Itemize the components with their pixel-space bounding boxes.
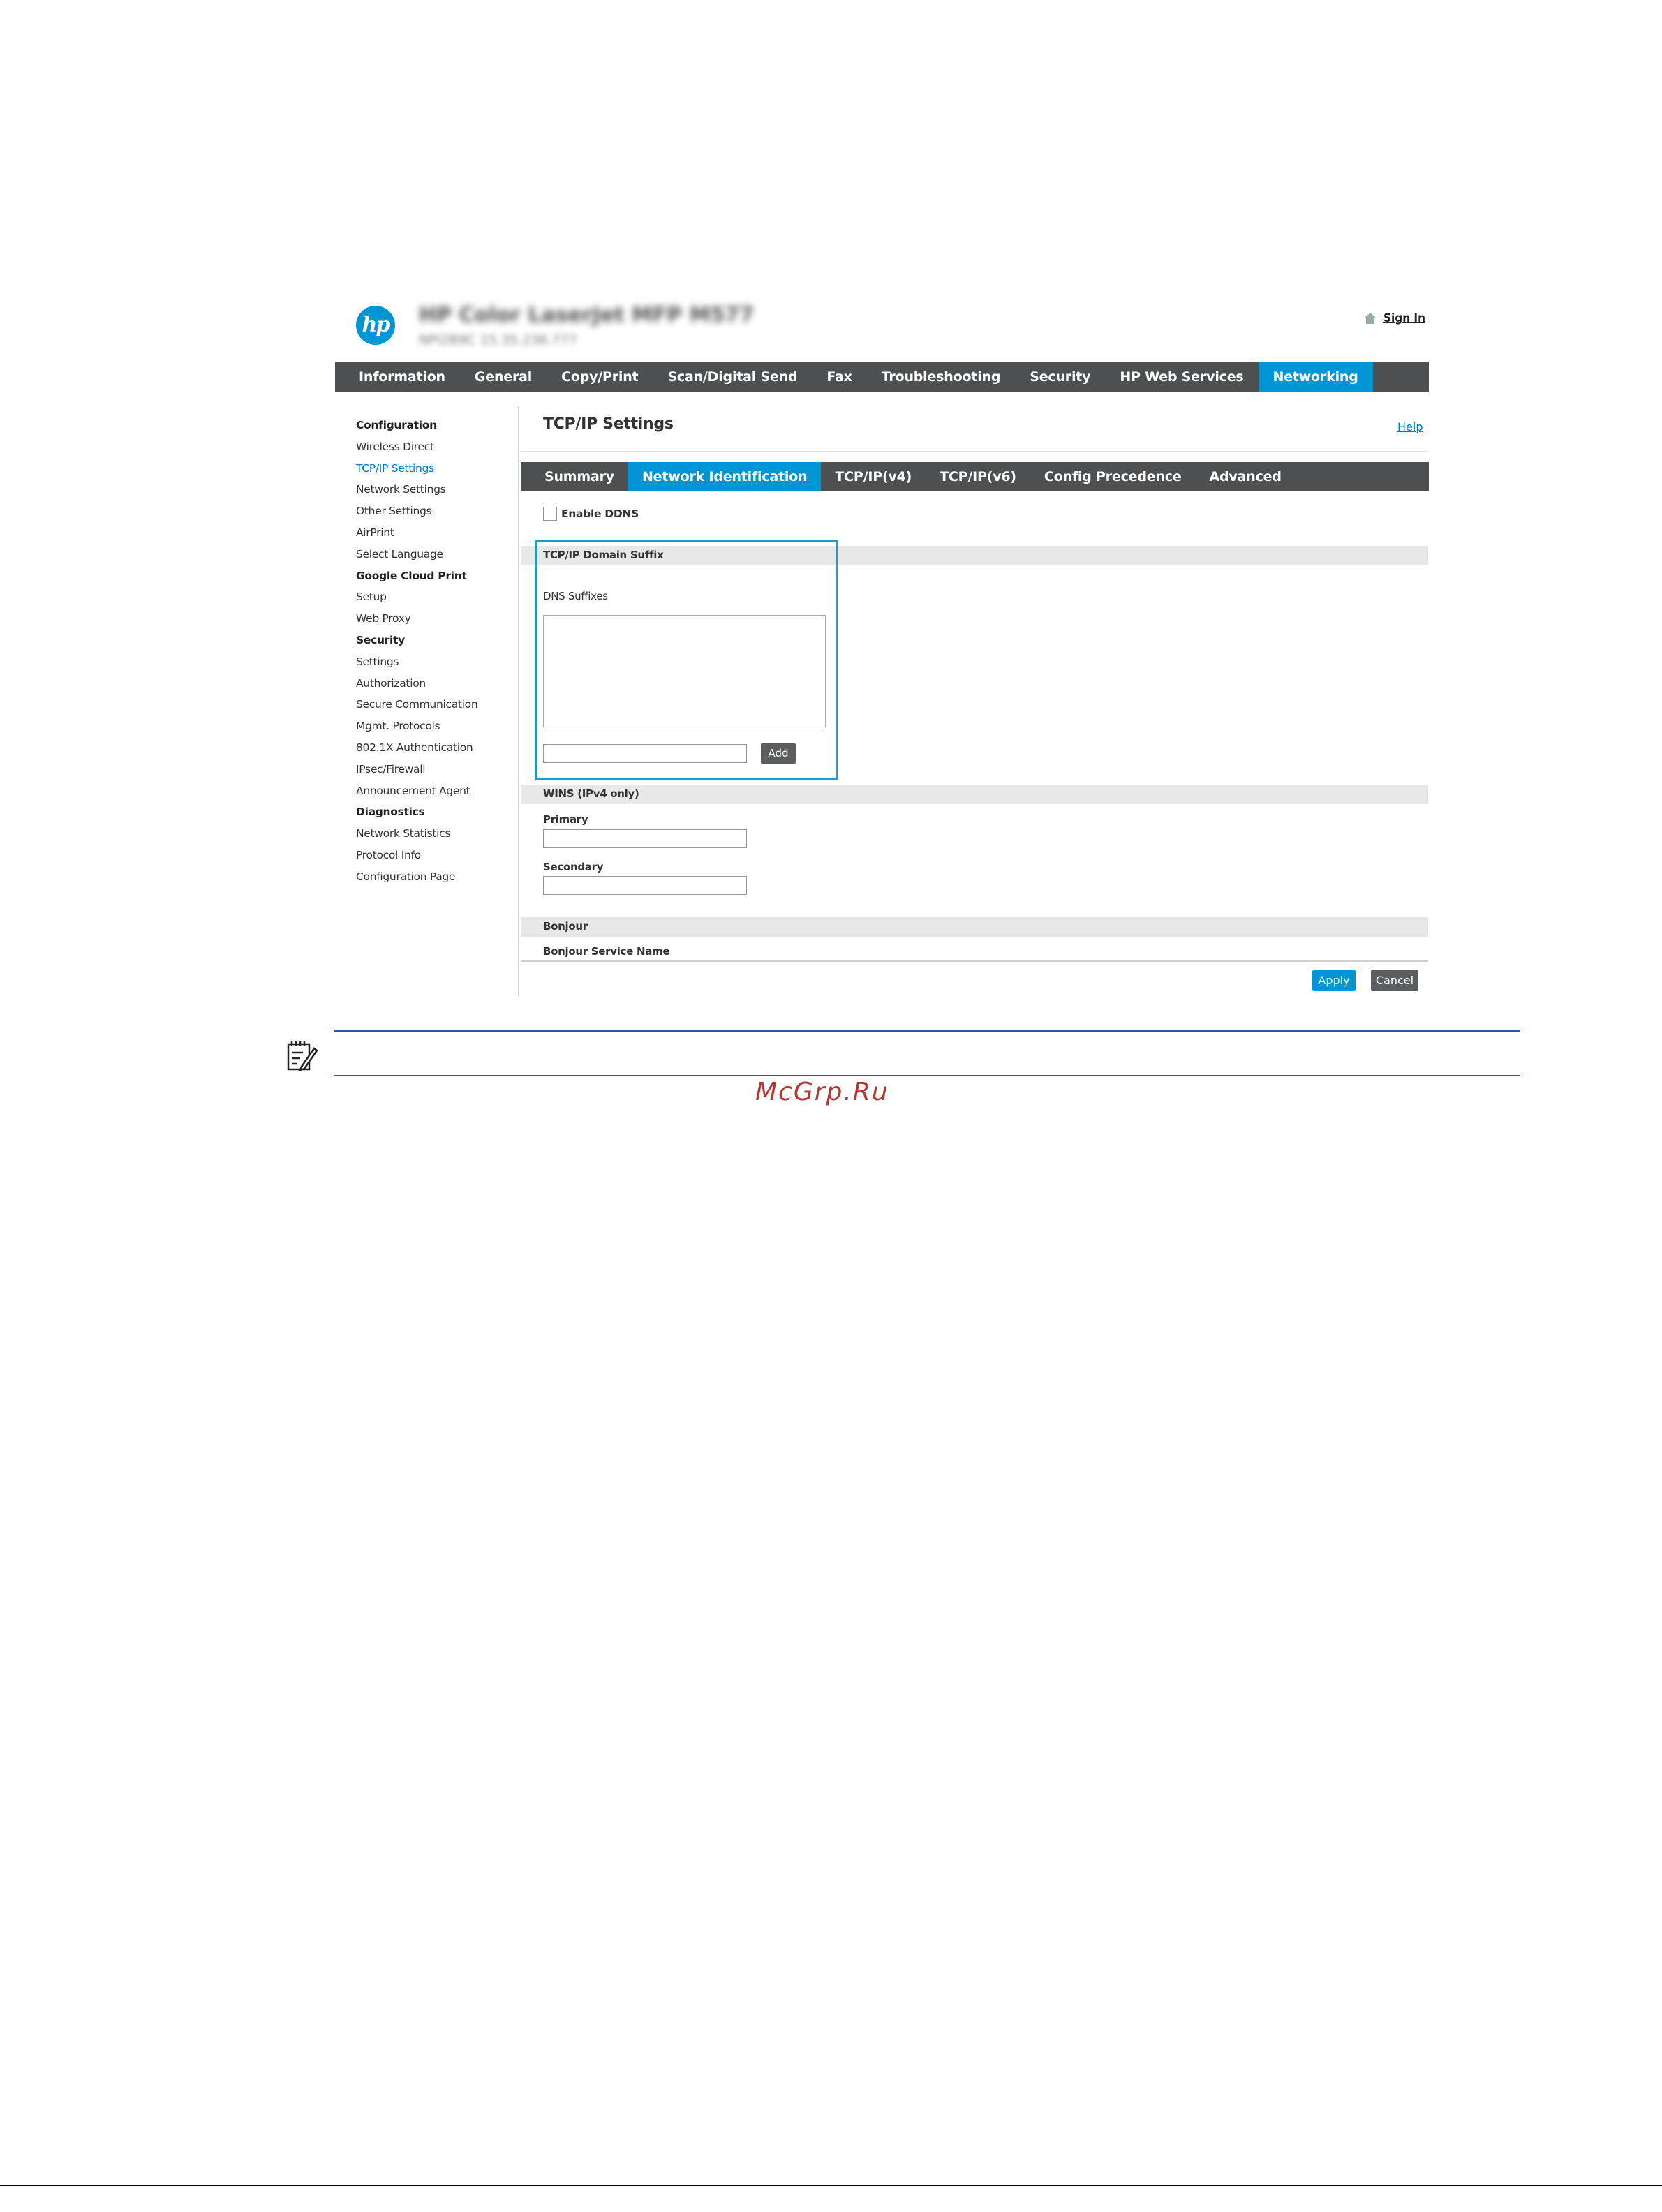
sign-in-link[interactable]: Sign In <box>1383 311 1425 325</box>
top-tab-networking[interactable]: Networking <box>1258 362 1373 392</box>
sidebar-item-web-proxy[interactable]: Web Proxy <box>356 608 517 630</box>
bonjour-section-title: Bonjour <box>543 920 588 933</box>
top-tab-scan-digital-send[interactable]: Scan/Digital Send <box>653 362 812 392</box>
sidebar-heading-configuration: Configuration <box>356 419 437 431</box>
sidebar: Configuration Wireless Direct TCP/IP Set… <box>356 415 517 888</box>
top-tab-fax[interactable]: Fax <box>812 362 866 392</box>
tab-tcpip-v6[interactable]: TCP/IP(v6) <box>926 462 1030 491</box>
bonjour-service-name-label: Bonjour Service Name <box>543 945 670 958</box>
sidebar-item-settings[interactable]: Settings <box>356 651 517 673</box>
sidebar-item-wireless-direct[interactable]: Wireless Direct <box>356 436 517 458</box>
secondary-label: Secondary <box>543 861 604 873</box>
enable-ddns-checkbox[interactable] <box>543 507 557 521</box>
sidebar-heading-security: Security <box>356 633 405 646</box>
sidebar-item-ipsec-firewall[interactable]: IPsec/Firewall <box>356 759 517 780</box>
device-subtitle: NPI2B9C 15.35.236.777 <box>419 332 577 348</box>
hp-logo: hp <box>356 306 395 345</box>
top-tab-information[interactable]: Information <box>335 362 460 392</box>
note-bottom-rule <box>334 1075 1520 1076</box>
help-link[interactable]: Help <box>1397 420 1423 433</box>
sidebar-item-other-settings[interactable]: Other Settings <box>356 500 517 522</box>
sidebar-item-select-language[interactable]: Select Language <box>356 544 517 565</box>
sidebar-item-network-settings[interactable]: Network Settings <box>356 479 517 500</box>
tab-network-identification[interactable]: Network Identification <box>628 462 822 491</box>
cancel-button[interactable]: Cancel <box>1371 970 1418 991</box>
sidebar-item-tcpip-settings[interactable]: TCP/IP Settings <box>356 458 517 480</box>
apply-button[interactable]: Apply <box>1312 970 1356 991</box>
bonjour-section-bar <box>521 917 1428 937</box>
top-tab-copy-print[interactable]: Copy/Print <box>547 362 653 392</box>
top-tab-general[interactable]: General <box>460 362 547 392</box>
home-icon <box>1364 313 1377 324</box>
enable-ddns-label: Enable DDNS <box>561 507 639 520</box>
tab-config-precedence[interactable]: Config Precedence <box>1030 462 1196 491</box>
sub-nav: Summary Network Identification TCP/IP(v4… <box>521 462 1429 491</box>
page-bottom-rule <box>0 2185 1662 2186</box>
content-bottom-divider <box>521 960 1428 962</box>
sidebar-item-setup[interactable]: Setup <box>356 586 517 608</box>
top-nav: Information General Copy/Print Scan/Digi… <box>335 362 1429 392</box>
enable-ddns-row: Enable DDNS <box>543 507 639 521</box>
sidebar-item-8021x-authentication[interactable]: 802.1X Authentication <box>356 737 517 759</box>
sidebar-item-protocol-info[interactable]: Protocol Info <box>356 845 517 866</box>
title-divider <box>521 451 1428 452</box>
secondary-wins-input[interactable] <box>543 876 747 895</box>
top-tab-troubleshooting[interactable]: Troubleshooting <box>867 362 1016 392</box>
note-icon <box>287 1041 318 1072</box>
sidebar-item-announcement-agent[interactable]: Announcement Agent <box>356 780 517 802</box>
tab-summary[interactable]: Summary <box>521 462 628 491</box>
sidebar-heading-diagnostics: Diagnostics <box>356 806 425 819</box>
top-tab-security[interactable]: Security <box>1015 362 1105 392</box>
primary-wins-input[interactable] <box>543 829 747 848</box>
tab-advanced[interactable]: Advanced <box>1196 462 1296 491</box>
top-tab-hp-web-services[interactable]: HP Web Services <box>1105 362 1258 392</box>
sidebar-item-airprint[interactable]: AirPrint <box>356 522 517 544</box>
sidebar-item-mgmt-protocols[interactable]: Mgmt. Protocols <box>356 715 517 737</box>
primary-label: Primary <box>543 813 588 826</box>
sidebar-item-authorization[interactable]: Authorization <box>356 673 517 695</box>
device-title: HP Color LaserJet MFP M577 <box>419 303 755 327</box>
wins-section-title: WINS (IPv4 only) <box>543 787 639 800</box>
watermark: McGrp.Ru <box>755 1078 889 1106</box>
sidebar-item-network-statistics[interactable]: Network Statistics <box>356 823 517 845</box>
sidebar-item-configuration-page[interactable]: Configuration Page <box>356 866 517 888</box>
sign-in-area: Sign In <box>1364 311 1425 325</box>
sidebar-divider <box>518 406 519 997</box>
note-top-rule <box>334 1030 1520 1032</box>
wins-section-bar <box>521 785 1428 804</box>
sidebar-item-secure-communication[interactable]: Secure Communication <box>356 694 517 715</box>
page-title: TCP/IP Settings <box>543 415 674 433</box>
tab-tcpip-v4[interactable]: TCP/IP(v4) <box>821 462 926 491</box>
sidebar-heading-google-cloud-print: Google Cloud Print <box>356 569 467 582</box>
domain-suffix-highlight <box>535 540 838 780</box>
